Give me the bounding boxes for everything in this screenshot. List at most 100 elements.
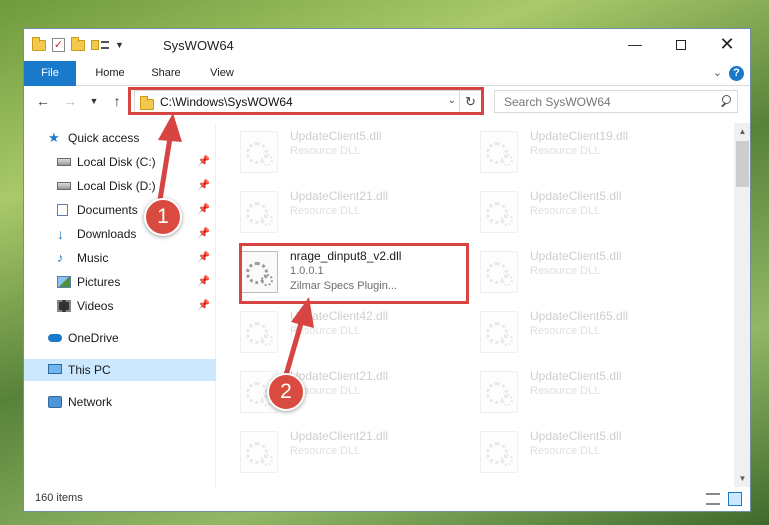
file-item[interactable]: UpdateClient5.dll Resource DLL	[460, 183, 680, 239]
download-icon: ↓	[57, 226, 64, 242]
dll-file-icon	[240, 431, 278, 473]
vertical-scrollbar[interactable]: ▲ ▼	[734, 123, 750, 487]
dll-file-icon	[480, 131, 518, 173]
cloud-icon	[48, 334, 62, 342]
pin-icon[interactable]: 📌	[198, 223, 210, 245]
search-box[interactable]: Search SysWOW64	[494, 90, 738, 113]
videos-icon	[57, 300, 71, 312]
sidebar-item-downloads[interactable]: ↓ Downloads 📌	[24, 223, 216, 245]
music-icon: ♪	[57, 250, 64, 265]
file-description: Resource DLL	[290, 145, 361, 157]
forward-arrow-icon[interactable]: →	[61, 92, 79, 110]
dll-file-icon	[480, 371, 518, 413]
pin-icon[interactable]: 📌	[198, 199, 210, 221]
file-name: UpdateClient42.dll	[290, 309, 389, 323]
sidebar-item-this-pc[interactable]: This PC	[24, 359, 216, 381]
drive-icon	[57, 182, 71, 190]
help-icon[interactable]: ?	[729, 66, 744, 81]
pin-icon[interactable]: 📌	[198, 271, 210, 293]
step-badge-2: 2	[267, 373, 305, 411]
file-item[interactable]: UpdateClient5.dll Resource DLL	[220, 123, 440, 179]
file-explorer-window: ✓ ▼ SysWOW64 — ✕ File Home Share View ⌄ …	[23, 28, 751, 512]
sidebar-item-music[interactable]: ♪ Music 📌	[24, 247, 216, 269]
folder-icon[interactable]	[32, 36, 46, 51]
address-bar[interactable]: C:\Windows\SysWOW64 ⌄ ↻	[134, 90, 482, 113]
file-item[interactable]: UpdateClient21.dll Resource DLL	[220, 363, 440, 419]
sidebar-item-documents[interactable]: Documents 📌	[24, 199, 216, 221]
file-item[interactable]: UpdateClient5.dll Resource DLL	[460, 243, 680, 299]
tab-view[interactable]: View	[194, 61, 250, 86]
file-name: nrage_dinput8_v2.dll	[290, 249, 402, 263]
step-badge-1: 1	[144, 198, 182, 236]
computer-icon	[48, 364, 62, 374]
pin-icon[interactable]: 📌	[198, 175, 210, 197]
file-item[interactable]: UpdateClient5.dll Resource DLL	[460, 423, 680, 479]
sidebar-item-label: Music	[77, 251, 109, 265]
file-description: Resource DLL	[530, 385, 601, 397]
tab-share[interactable]: Share	[138, 61, 194, 86]
expand-ribbon-icon[interactable]: ⌄	[713, 66, 722, 79]
file-version: 1.0.0.1	[290, 265, 324, 277]
scroll-down-icon[interactable]: ▼	[734, 470, 750, 487]
file-description: Resource DLL	[530, 325, 601, 337]
file-description: Zilmar Specs Plugin...	[290, 280, 397, 292]
back-arrow-icon[interactable]: ←	[34, 92, 52, 110]
pin-icon[interactable]: 📌	[198, 151, 210, 173]
scrollbar-thumb[interactable]	[736, 141, 749, 187]
maximize-button[interactable]	[658, 29, 704, 61]
file-name: UpdateClient5.dll	[530, 369, 622, 383]
address-path[interactable]: C:\Windows\SysWOW64	[160, 95, 293, 109]
dll-file-icon	[480, 431, 518, 473]
large-icons-view-icon[interactable]	[728, 492, 742, 506]
up-arrow-icon[interactable]: ↑	[108, 92, 126, 110]
file-name: UpdateClient5.dll	[290, 129, 382, 143]
sidebar-item-videos[interactable]: Videos 📌	[24, 295, 216, 317]
address-dropdown-icon[interactable]: ⌄	[448, 95, 456, 106]
tab-home[interactable]: Home	[82, 61, 138, 86]
pin-icon[interactable]: 📌	[198, 295, 210, 317]
pin-icon[interactable]: 📌	[198, 247, 210, 269]
file-item[interactable]: UpdateClient5.dll Resource DLL	[460, 363, 680, 419]
sidebar-item-label: Pictures	[77, 275, 121, 289]
file-item[interactable]: UpdateClient21.dll Resource DLL	[220, 183, 440, 239]
file-item-nrage-dinput8[interactable]: nrage_dinput8_v2.dll 1.0.0.1 Zilmar Spec…	[220, 243, 440, 299]
sidebar-item-onedrive[interactable]: OneDrive	[24, 327, 216, 349]
file-item[interactable]: UpdateClient65.dll Resource DLL	[460, 303, 680, 359]
refresh-icon[interactable]: ↻	[459, 91, 481, 112]
properties-check-icon[interactable]: ✓	[52, 38, 65, 52]
customize-view-icon[interactable]	[91, 39, 109, 52]
minimize-button[interactable]: —	[612, 29, 658, 61]
ribbon-tabs: File Home Share View ⌄ ?	[24, 61, 750, 86]
file-description: Resource DLL	[290, 445, 361, 457]
tab-file[interactable]: File	[24, 61, 76, 86]
recent-locations-icon[interactable]: ▼	[88, 92, 100, 110]
sidebar-item-quick-access[interactable]: ★ Quick access	[24, 127, 216, 149]
file-name: UpdateClient5.dll	[530, 249, 622, 263]
quick-access-toolbar: ✓ ▼	[32, 36, 124, 53]
dll-file-icon	[240, 251, 278, 293]
scroll-up-icon[interactable]: ▲	[734, 123, 750, 140]
file-item[interactable]: UpdateClient21.dll Resource DLL	[220, 423, 440, 479]
file-item[interactable]: UpdateClient19.dll Resource DLL	[460, 123, 680, 179]
details-view-icon[interactable]	[706, 493, 720, 505]
file-name: UpdateClient19.dll	[530, 129, 629, 143]
close-button[interactable]: ✕	[704, 29, 750, 61]
qat-dropdown-icon[interactable]: ▼	[115, 40, 124, 50]
file-item[interactable]: UpdateClient42.dll Resource DLL	[220, 303, 440, 359]
star-icon: ★	[48, 130, 60, 145]
sidebar-item-pictures[interactable]: Pictures 📌	[24, 271, 216, 293]
sidebar-item-local-disk-d[interactable]: Local Disk (D:) 📌	[24, 175, 216, 197]
search-icon[interactable]	[720, 95, 731, 106]
new-folder-icon[interactable]	[71, 36, 85, 51]
navigation-bar: ← → ▼ ↑ C:\Windows\SysWOW64 ⌄ ↻ Search S…	[24, 86, 750, 117]
dll-file-icon	[240, 131, 278, 173]
dll-file-icon	[480, 191, 518, 233]
file-name: UpdateClient21.dll	[290, 429, 389, 443]
maximize-icon	[676, 40, 686, 51]
dll-file-icon	[480, 311, 518, 353]
file-name: UpdateClient5.dll	[530, 429, 622, 443]
sidebar-item-local-disk-c[interactable]: Local Disk (C:) 📌	[24, 151, 216, 173]
sidebar-item-network[interactable]: Network	[24, 391, 216, 413]
dll-file-icon	[480, 251, 518, 293]
search-input[interactable]: Search SysWOW64	[504, 95, 611, 109]
